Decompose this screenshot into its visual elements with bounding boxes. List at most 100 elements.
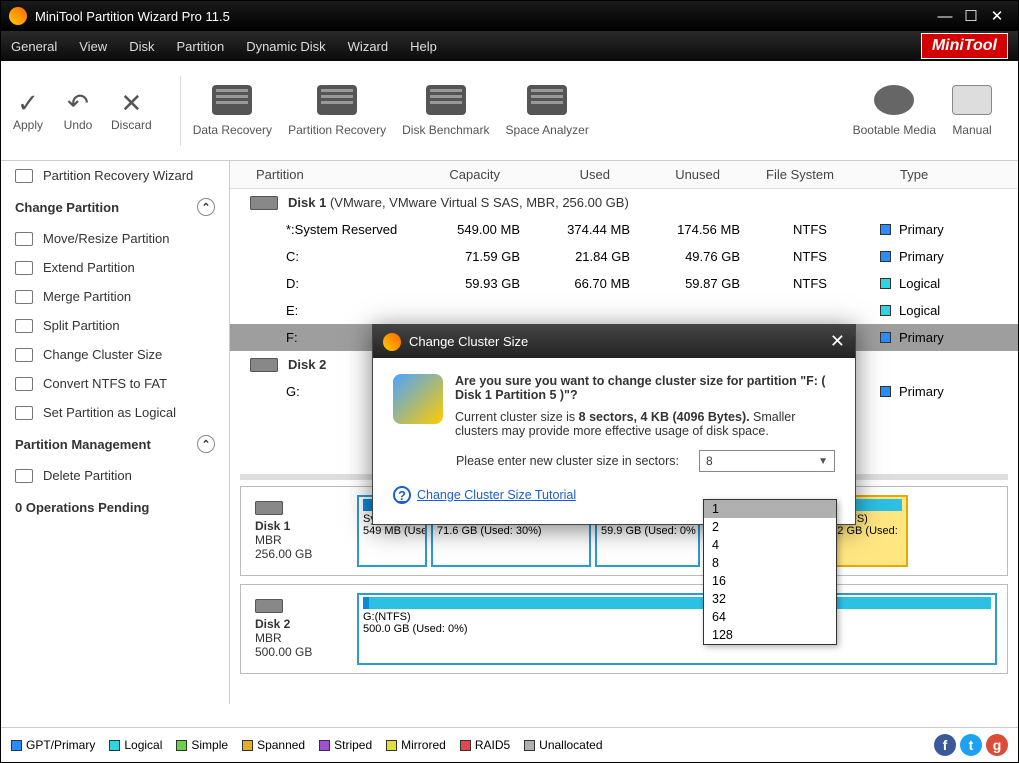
cluster-size-select[interactable]: 8 ▼ bbox=[699, 450, 835, 472]
dropdown-option[interactable]: 64 bbox=[704, 608, 836, 626]
sidebar-item[interactable]: Change Cluster Size bbox=[1, 340, 229, 369]
data-recovery-button[interactable]: Data Recovery bbox=[193, 85, 272, 137]
sidebar: Partition Recovery Wizard Change Partiti… bbox=[1, 161, 230, 704]
menu-view[interactable]: View bbox=[79, 39, 107, 54]
chevron-up-icon: ⌃ bbox=[197, 198, 215, 216]
chevron-down-icon: ▼ bbox=[818, 456, 828, 467]
disk-1-header[interactable]: Disk 1 (VMware, VMware Virtual S SAS, MB… bbox=[230, 189, 1018, 216]
help-icon: ? bbox=[393, 486, 411, 504]
drive-icon bbox=[527, 85, 567, 115]
apply-button[interactable]: ✓Apply bbox=[11, 90, 45, 132]
dropdown-option[interactable]: 8 bbox=[704, 554, 836, 572]
dialog-close-button[interactable]: ✕ bbox=[830, 331, 845, 352]
title-bar: MiniTool Partition Wizard Pro 11.5 — ☐ ✕ bbox=[1, 1, 1018, 31]
googleplus-icon[interactable]: g bbox=[986, 734, 1008, 756]
dropdown-option[interactable]: 32 bbox=[704, 590, 836, 608]
legend-item: Mirrored bbox=[386, 738, 446, 752]
dropdown-option[interactable]: 2 bbox=[704, 518, 836, 536]
manual-icon bbox=[952, 85, 992, 115]
table-header: Partition Capacity Used Unused File Syst… bbox=[230, 161, 1018, 189]
chevron-up-icon: ⌃ bbox=[197, 435, 215, 453]
col-unused[interactable]: Unused bbox=[620, 167, 730, 182]
table-row[interactable]: *:System Reserved549.00 MB374.44 MB174.5… bbox=[230, 216, 1018, 243]
legend-item: Unallocated bbox=[524, 738, 602, 752]
space-analyzer-button[interactable]: Space Analyzer bbox=[505, 85, 588, 137]
col-capacity[interactable]: Capacity bbox=[400, 167, 510, 182]
dialog-icon bbox=[383, 333, 401, 351]
legend-item: RAID5 bbox=[460, 738, 510, 752]
minimize-button[interactable]: — bbox=[932, 3, 958, 29]
col-partition[interactable]: Partition bbox=[230, 167, 400, 182]
bootable-media-button[interactable]: Bootable Media bbox=[853, 85, 936, 137]
maximize-button[interactable]: ☐ bbox=[958, 3, 984, 29]
hdd-icon bbox=[250, 196, 278, 210]
col-type[interactable]: Type bbox=[870, 167, 1018, 182]
drive-icon bbox=[317, 85, 357, 115]
undo-button[interactable]: ↶Undo bbox=[61, 90, 95, 132]
sidebar-item[interactable]: Set Partition as Logical bbox=[1, 398, 229, 427]
legend: GPT/PrimaryLogicalSimpleSpannedStripedMi… bbox=[1, 727, 1018, 762]
pending-operations: 0 Operations Pending bbox=[1, 490, 229, 525]
menu-dynamic-disk[interactable]: Dynamic Disk bbox=[246, 39, 325, 54]
action-icon bbox=[15, 406, 33, 420]
dialog-prompt: Please enter new cluster size in sectors… bbox=[456, 454, 679, 468]
discard-icon: ✕ bbox=[114, 90, 148, 118]
sidebar-header-change-partition[interactable]: Change Partition⌃ bbox=[1, 190, 229, 224]
hdd-icon bbox=[250, 358, 278, 372]
menu-bar: General View Disk Partition Dynamic Disk… bbox=[1, 31, 1018, 61]
table-row[interactable]: C:71.59 GB21.84 GB49.76 GBNTFSPrimary bbox=[230, 243, 1018, 270]
brand-logo: MiniTool bbox=[921, 33, 1008, 59]
sidebar-item[interactable]: Convert NTFS to FAT bbox=[1, 369, 229, 398]
dropdown-option[interactable]: 4 bbox=[704, 536, 836, 554]
sidebar-item[interactable]: Delete Partition bbox=[1, 461, 229, 490]
manual-button[interactable]: Manual bbox=[952, 85, 992, 137]
partition-block[interactable]: G:(NTFS)500.0 GB (Used: 0%) bbox=[357, 593, 997, 665]
legend-item: Striped bbox=[319, 738, 372, 752]
menu-disk[interactable]: Disk bbox=[129, 39, 154, 54]
drive-icon bbox=[212, 85, 252, 115]
action-icon bbox=[15, 261, 33, 275]
discard-button[interactable]: ✕Discard bbox=[111, 90, 152, 132]
action-icon bbox=[15, 348, 33, 362]
col-used[interactable]: Used bbox=[510, 167, 620, 182]
dialog-current-info: Current cluster size is 8 sectors, 4 KB … bbox=[455, 410, 835, 438]
action-icon bbox=[15, 290, 33, 304]
action-icon bbox=[15, 319, 33, 333]
disk-benchmark-button[interactable]: Disk Benchmark bbox=[402, 85, 489, 137]
table-row[interactable]: E:Logical bbox=[230, 297, 1018, 324]
change-cluster-size-dialog: Change Cluster Size ✕ Are you sure you w… bbox=[372, 324, 856, 525]
legend-item: Spanned bbox=[242, 738, 305, 752]
dialog-title-bar[interactable]: Change Cluster Size ✕ bbox=[373, 325, 855, 358]
sidebar-item[interactable]: Merge Partition bbox=[1, 282, 229, 311]
action-icon bbox=[15, 469, 33, 483]
sidebar-header-partition-management[interactable]: Partition Management⌃ bbox=[1, 427, 229, 461]
dialog-question: Are you sure you want to change cluster … bbox=[455, 374, 835, 402]
menu-partition[interactable]: Partition bbox=[176, 39, 224, 54]
disk-2-map: Disk 2 MBR 500.00 GB G:(NTFS)500.0 GB (U… bbox=[240, 584, 1008, 674]
cluster-size-dropdown[interactable]: 1248163264128 bbox=[703, 499, 837, 645]
drive-icon bbox=[15, 169, 33, 183]
sidebar-item-recovery-wizard[interactable]: Partition Recovery Wizard bbox=[1, 161, 229, 190]
table-row[interactable]: D:59.93 GB66.70 MB59.87 GBNTFSLogical bbox=[230, 270, 1018, 297]
facebook-icon[interactable]: f bbox=[934, 734, 956, 756]
legend-item: Simple bbox=[176, 738, 228, 752]
hdd-icon bbox=[255, 599, 283, 613]
sidebar-item[interactable]: Extend Partition bbox=[1, 253, 229, 282]
sidebar-item[interactable]: Split Partition bbox=[1, 311, 229, 340]
hdd-icon bbox=[255, 501, 283, 515]
col-filesystem[interactable]: File System bbox=[730, 167, 870, 182]
dropdown-option[interactable]: 16 bbox=[704, 572, 836, 590]
sidebar-item[interactable]: Move/Resize Partition bbox=[1, 224, 229, 253]
close-button[interactable]: ✕ bbox=[984, 3, 1010, 29]
app-icon bbox=[9, 7, 27, 25]
menu-wizard[interactable]: Wizard bbox=[348, 39, 388, 54]
check-icon: ✓ bbox=[11, 90, 45, 118]
dropdown-option[interactable]: 128 bbox=[704, 626, 836, 644]
dropdown-option[interactable]: 1 bbox=[704, 500, 836, 518]
menu-general[interactable]: General bbox=[11, 39, 57, 54]
partition-recovery-button[interactable]: Partition Recovery bbox=[288, 85, 386, 137]
twitter-icon[interactable]: t bbox=[960, 734, 982, 756]
undo-icon: ↶ bbox=[61, 90, 95, 118]
menu-help[interactable]: Help bbox=[410, 39, 437, 54]
legend-item: Logical bbox=[109, 738, 162, 752]
